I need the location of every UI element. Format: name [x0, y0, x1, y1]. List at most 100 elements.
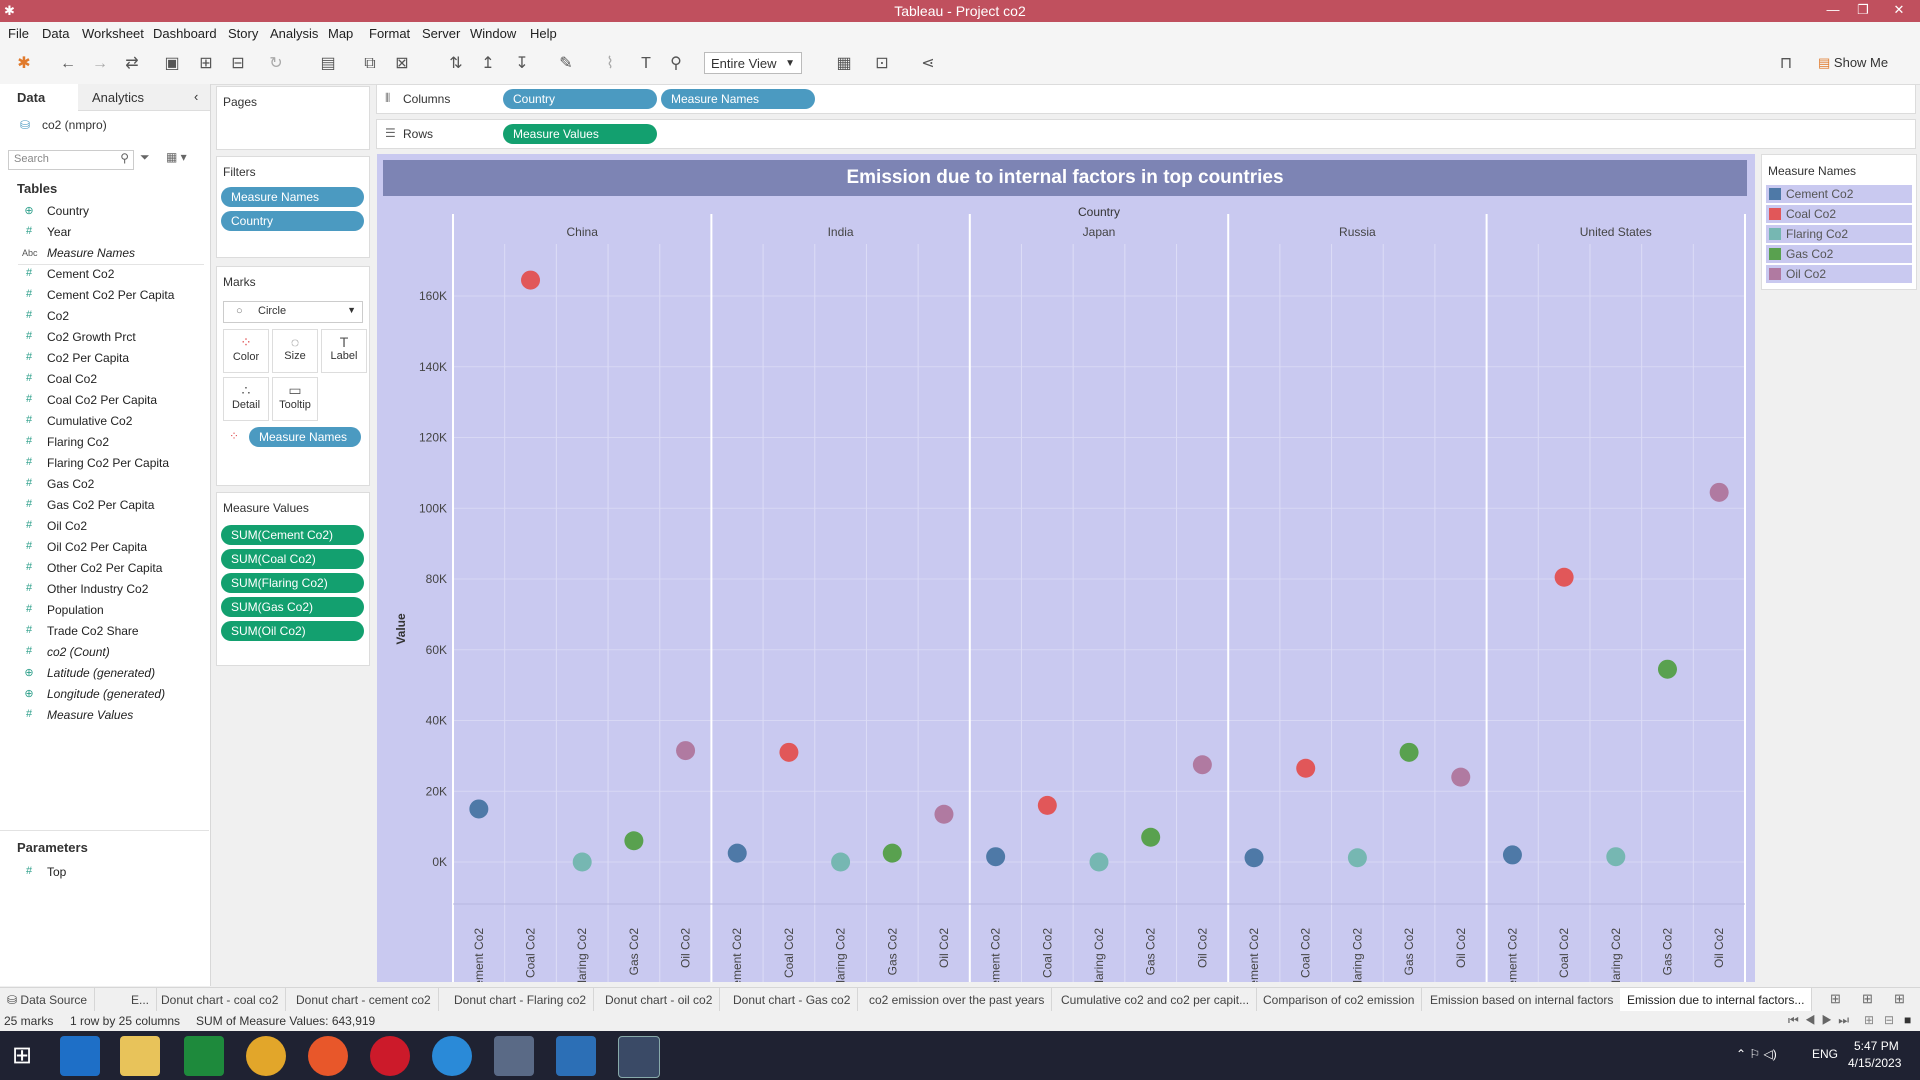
undo-icon[interactable]: ← — [58, 54, 78, 74]
highlight-icon[interactable]: ✎ — [556, 54, 576, 74]
collapse-icon[interactable]: ‹ — [194, 89, 198, 104]
file-explorer-icon[interactable] — [120, 1036, 160, 1076]
share-icon[interactable]: ⋖ — [918, 54, 938, 74]
chrome-icon[interactable] — [246, 1036, 286, 1076]
measure-pill-gas[interactable]: SUM(Gas Co2) — [221, 597, 364, 617]
field-item[interactable]: # Oil Co2 — [0, 516, 209, 537]
clear-sheet-icon[interactable]: ⊠ — [392, 54, 412, 74]
internet-explorer-icon[interactable] — [60, 1036, 100, 1076]
measure-pill-coal[interactable]: SUM(Coal Co2) — [221, 549, 364, 569]
new-worksheet-tab-icon[interactable]: ⊞ — [1830, 991, 1841, 1007]
field-item[interactable]: # Population — [0, 600, 209, 621]
pause-updates-icon[interactable]: ⊟ — [228, 54, 248, 74]
redo-icon[interactable]: → — [90, 54, 110, 74]
field-item[interactable]: # Gas Co2 Per Capita — [0, 495, 209, 516]
menu-server[interactable]: Server — [422, 26, 460, 41]
replay-icon[interactable]: ⇄ — [122, 54, 142, 74]
opera-icon[interactable] — [370, 1036, 410, 1076]
vscode-icon[interactable] — [556, 1036, 596, 1076]
clock-date[interactable]: 4/15/2023 — [1848, 1056, 1901, 1070]
new-story-tab-icon[interactable]: ⊞ — [1894, 991, 1905, 1007]
field-item[interactable]: Abc Measure Names — [0, 243, 209, 264]
menu-window[interactable]: Window — [470, 26, 516, 41]
language-indicator[interactable]: ENG — [1812, 1047, 1838, 1061]
mark-type-select[interactable]: ○ Circle ▼ — [223, 301, 363, 323]
color-pill-measure-names[interactable]: Measure Names — [249, 427, 361, 447]
filter-icon[interactable]: ⏷ — [140, 150, 150, 165]
sheet-tab[interactable]: Donut chart - Gas co2 — [726, 988, 859, 1012]
menu-story[interactable]: Story — [228, 26, 258, 41]
tabs-view-icon[interactable]: ■ — [1904, 1013, 1911, 1027]
group-icon[interactable]: ⌇ — [600, 54, 620, 74]
show-me-button[interactable]: ▤ Show Me — [1818, 55, 1888, 71]
field-item[interactable]: # Other Co2 Per Capita — [0, 558, 209, 579]
sheet-tab[interactable]: Emission based on internal factors — [1423, 988, 1622, 1012]
fix-axes-icon[interactable]: ⚲ — [666, 54, 686, 74]
legend-item-cement[interactable]: Cement Co2 — [1766, 185, 1912, 203]
sheet-tab[interactable]: co2 emission over the past years — [862, 988, 1053, 1012]
photos-icon[interactable] — [494, 1036, 534, 1076]
fit-select[interactable]: Entire View ▼ — [704, 52, 802, 74]
legend-item-gas[interactable]: Gas Co2 — [1766, 245, 1912, 263]
legend-item-flaring[interactable]: Flaring Co2 — [1766, 225, 1912, 243]
search-input[interactable]: Search ⚲ — [8, 150, 134, 170]
edge-icon[interactable] — [432, 1036, 472, 1076]
color-button[interactable]: ⁘ Color — [223, 329, 269, 373]
menu-format[interactable]: Format — [369, 26, 410, 41]
rows-shelf[interactable]: ☰ Rows Measure Values — [376, 119, 1916, 149]
menu-help[interactable]: Help — [530, 26, 557, 41]
show-labels-icon[interactable]: T — [636, 54, 656, 74]
field-item[interactable]: ⊕ Longitude (generated) — [0, 684, 209, 705]
filmstrip-icon[interactable]: ⊟ — [1884, 1013, 1894, 1027]
sheet-tab[interactable]: Comparison of co2 emission — [1256, 988, 1423, 1012]
field-item[interactable]: # Cumulative Co2 — [0, 411, 209, 432]
data-source-tab[interactable]: ⛁ Data Source — [0, 988, 96, 1012]
tooltip-button[interactable]: ▭ Tooltip — [272, 377, 318, 421]
new-dashboard-tab-icon[interactable]: ⊞ — [1862, 991, 1873, 1007]
label-button[interactable]: T Label — [321, 329, 367, 373]
field-item[interactable]: # Coal Co2 — [0, 369, 209, 390]
tab-analytics[interactable]: Analytics ‹ — [78, 84, 210, 111]
columns-shelf[interactable]: ⦀ Columns Country Measure Names — [376, 84, 1916, 114]
sheet-sorter-icon[interactable]: ⊞ — [1864, 1013, 1874, 1027]
rows-pill-measure-values[interactable]: Measure Values — [503, 124, 657, 144]
menu-worksheet[interactable]: Worksheet — [82, 26, 144, 41]
field-item[interactable]: # Co2 Per Capita — [0, 348, 209, 369]
legend-item-oil[interactable]: Oil Co2 — [1766, 265, 1912, 283]
tab-data[interactable]: Data — [0, 84, 78, 112]
field-item[interactable]: # Flaring Co2 — [0, 432, 209, 453]
menu-file[interactable]: File — [8, 26, 29, 41]
sheet-tab[interactable]: Cumulative co2 and co2 per capit... — [1054, 988, 1258, 1012]
field-item[interactable]: # Other Industry Co2 — [0, 579, 209, 600]
filter-pill-measure-names[interactable]: Measure Names — [221, 187, 364, 207]
sheet-tab-active[interactable]: Emission due to internal factors... — [1620, 988, 1813, 1012]
field-item[interactable]: # Flaring Co2 Per Capita — [0, 453, 209, 474]
presentation-mode-icon[interactable]: ⊡ — [872, 54, 892, 74]
close-icon[interactable]: ✕ — [1884, 0, 1914, 22]
new-datasource-icon[interactable]: ⊞ — [196, 54, 216, 74]
field-item[interactable]: # Coal Co2 Per Capita — [0, 390, 209, 411]
size-button[interactable]: ◌ Size — [272, 329, 318, 373]
clock-time[interactable]: 5:47 PM — [1854, 1039, 1899, 1053]
columns-pill-measure-names[interactable]: Measure Names — [661, 89, 815, 109]
field-item[interactable]: # Co2 — [0, 306, 209, 327]
field-item[interactable]: # Measure Values — [0, 705, 209, 726]
restore-icon[interactable]: ❐ — [1848, 0, 1878, 22]
sheet-tab[interactable]: Donut chart - Flaring co2 — [447, 988, 595, 1012]
parameter-top[interactable]: # Top — [0, 862, 209, 883]
tableau-logo-icon[interactable]: ✱ — [14, 54, 34, 74]
sheet-tab[interactable]: Donut chart - coal co2 — [154, 988, 287, 1012]
columns-pill-country[interactable]: Country — [503, 89, 657, 109]
measure-pill-flaring[interactable]: SUM(Flaring Co2) — [221, 573, 364, 593]
measure-pill-oil[interactable]: SUM(Oil Co2) — [221, 621, 364, 641]
menu-dashboard[interactable]: Dashboard — [153, 26, 217, 41]
view-options-icon[interactable]: ▦ ▾ — [166, 150, 187, 164]
datasource-name[interactable]: co2 (nmpro) — [42, 118, 107, 132]
menu-data[interactable]: Data — [42, 26, 69, 41]
sheet-nav-icons[interactable]: ⏮◀▶⏭ — [1788, 1013, 1855, 1028]
sheet-tab[interactable]: Donut chart - cement co2 — [289, 988, 439, 1012]
firefox-icon[interactable] — [308, 1036, 348, 1076]
sheet-tab[interactable]: Donut chart - oil co2 — [598, 988, 721, 1012]
sort-ascending-icon[interactable]: ↥ — [478, 54, 498, 74]
detail-button[interactable]: ∴ Detail — [223, 377, 269, 421]
